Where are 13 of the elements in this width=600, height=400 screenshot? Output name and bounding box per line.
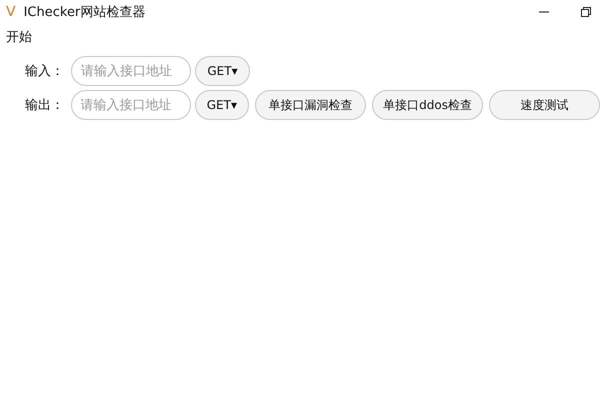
action-button[interactable]: 单接口ddos检查 xyxy=(372,90,484,120)
restore-icon[interactable] xyxy=(580,6,592,18)
menu-item[interactable]: 开始 xyxy=(6,28,32,46)
action-button[interactable]: 速度测试 xyxy=(489,90,600,120)
url-input[interactable]: 请输入接口地址 xyxy=(71,56,191,86)
app-logo: V xyxy=(6,4,16,20)
field-label: 输出： xyxy=(25,97,65,114)
url-input[interactable]: 请输入接口地址 xyxy=(70,90,191,120)
window-title: IChecker网站检查器 xyxy=(24,4,146,21)
action-button[interactable]: 单接口漏洞检查 xyxy=(255,90,366,120)
method-dropdown[interactable]: GET▾ xyxy=(195,56,250,86)
method-dropdown[interactable]: GET▾ xyxy=(194,90,250,120)
field-label: 输入： xyxy=(25,63,65,80)
